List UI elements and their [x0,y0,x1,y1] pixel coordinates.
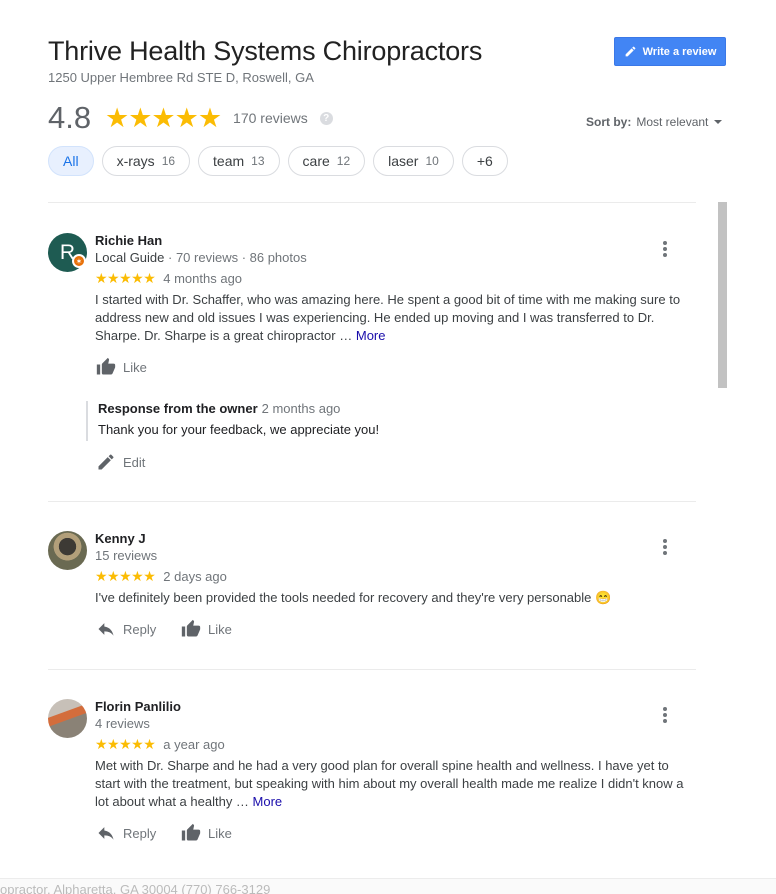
sort-label: Sort by: [586,115,632,129]
thumbs-up-icon [181,619,201,637]
chip-label: +6 [476,153,493,169]
pencil-icon [98,454,114,470]
like-label: Like [208,621,232,637]
chip-more[interactable]: +6 [461,146,508,176]
chip-label: team [213,153,245,169]
chip-x-rays[interactable]: x-rays 16 [101,146,191,176]
help-icon[interactable]: ? [319,111,333,125]
review-body: Richie Han Local Guide · 70 reviews · 86… [95,233,685,345]
chip-label: laser [388,153,419,169]
review-rating-row: ★★★★★ 4 months ago [95,270,685,287]
review-text: I've definitely been provided the tools … [95,590,612,605]
review-rating-row: ★★★★★ a year ago [95,736,685,753]
review-date: 4 months ago [163,271,243,286]
review-count: 170 reviews [233,110,308,126]
owner-response: Response from the owner 2 months ago Than… [86,401,646,441]
like-label: Like [123,359,147,375]
reply-icon [98,827,114,840]
review-divider [48,501,696,502]
edit-label: Edit [123,454,146,470]
owner-label: Response from the owner [98,401,258,416]
chip-count: 10 [425,154,439,168]
reviewer-stats: · 70 reviews · 86 photos [164,250,307,265]
owner-response-title: Response from the owner 2 months ago [98,401,646,416]
chip-count: 16 [161,154,176,168]
review-list[interactable]: R ✶ Richie Han Local Guide · 70 reviews … [48,202,696,888]
business-address: 1250 Upper Hembree Rd STE D, Roswell, GA [48,70,314,85]
reply-label: Reply [123,825,157,841]
pencil-icon [625,46,635,57]
chip-count: 13 [251,154,265,168]
average-rating: 4.8 [48,100,92,135]
background-page-text: opractor, Alpharetta, GA 30004 (770) 766… [0,882,271,894]
reply-label: Reply [123,621,157,637]
review-stars: ★★★★★ [95,568,156,584]
review-rating-row: ★★★★★ 2 days ago [95,568,685,585]
reviewer-meta: Local Guide · 70 reviews · 86 photos [95,250,685,265]
write-review-button[interactable]: Write a review [614,37,726,66]
more-options-icon[interactable] [663,241,667,257]
average-stars: ★★★★★ [105,102,222,133]
review-text-body: I started with Dr. Schaffer, who was ama… [95,292,681,343]
more-options-icon[interactable] [663,707,667,723]
like-button[interactable]: Like [180,823,232,843]
scrollbar[interactable] [718,202,727,388]
review-text-body: Met with Dr. Sharpe and he had a very go… [95,758,684,809]
sort-value: Most relevant [636,115,709,129]
review-date: a year ago [163,737,225,752]
owner-date: 2 months ago [261,401,341,416]
review-body: Kenny J 15 reviews ★★★★★ 2 days ago I've… [95,531,685,607]
chip-label: x-rays [116,153,155,169]
reviewer-meta: 15 reviews [95,548,158,563]
local-guide-label: Local Guide [95,250,165,265]
avatar[interactable] [48,531,87,570]
review-body: Florin Panlilio 4 reviews ★★★★★ a year a… [95,699,685,811]
reply-icon [98,623,114,636]
thumbs-up-icon [181,823,201,841]
more-link[interactable]: More [356,328,386,343]
review-divider [48,669,696,670]
edit-button[interactable]: Edit [95,452,145,472]
avatar[interactable] [48,699,87,738]
review-text: I started with Dr. Schaffer, who was ama… [95,291,685,345]
chip-count: 12 [336,154,351,168]
more-link[interactable]: More [253,794,283,809]
chip-label: care [302,153,330,169]
reply-button[interactable]: Reply [95,619,156,639]
like-button[interactable]: Like [95,357,147,377]
rating-summary: 4.8 ★★★★★ 170 reviews ? [48,100,333,136]
review-stars: ★★★★★ [95,736,156,752]
more-options-icon[interactable] [663,539,667,555]
reviewer-name[interactable]: Florin Panlilio [95,699,685,714]
chip-care[interactable]: care 12 [287,146,366,176]
owner-response-text: Thank you for your feedback, we apprecia… [98,422,380,437]
thumbs-up-icon [96,357,116,375]
local-guide-badge-icon: ✶ [72,254,86,268]
reviewer-name[interactable]: Kenny J [95,531,685,546]
review-date: 2 days ago [163,569,227,584]
reply-button[interactable]: Reply [95,823,156,843]
review-stars: ★★★★★ [95,270,156,286]
caret-down-icon [714,120,723,124]
chip-label: All [63,153,79,169]
write-review-label: Write a review [642,45,717,58]
topic-chips: All x-rays 16 team 13 care 12 laser 10 +6 [48,146,508,176]
reviewer-name[interactable]: Richie Han [95,233,685,248]
chip-team[interactable]: team 13 [198,146,280,176]
chip-laser[interactable]: laser 10 [373,146,454,176]
reviewer-meta: 4 reviews [95,716,150,731]
chip-all[interactable]: All [48,146,94,176]
sort-dropdown[interactable]: Sort by: Most relevant [586,115,723,129]
like-button[interactable]: Like [180,619,232,639]
review-text: Met with Dr. Sharpe and he had a very go… [95,757,685,811]
like-label: Like [208,825,232,841]
